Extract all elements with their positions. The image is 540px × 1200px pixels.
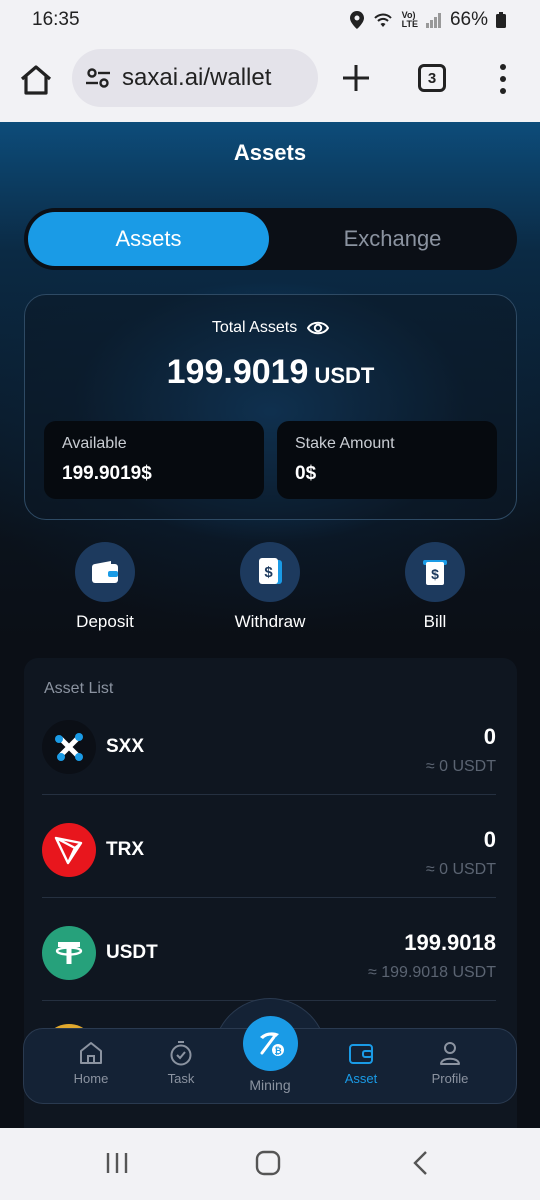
trx-logo-icon	[42, 823, 96, 877]
tether-logo-icon	[42, 926, 96, 980]
battery-icon	[496, 12, 506, 28]
app-screen: Assets Assets Exchange Total Assets 199.…	[0, 122, 540, 1128]
sxx-logo-icon	[42, 720, 96, 774]
total-assets-card: Total Assets 199.9019 USDT Available 199.…	[24, 294, 517, 520]
withdraw-label: Withdraw	[234, 612, 306, 631]
withdraw-button[interactable]: $ Withdraw	[210, 542, 330, 632]
pickaxe-icon: ₿	[259, 1031, 284, 1056]
wallet-icon	[92, 561, 118, 583]
site-settings-icon[interactable]	[84, 64, 112, 92]
coin-name: USDT	[106, 942, 158, 963]
page-title: Assets	[233, 140, 307, 165]
back-icon[interactable]	[408, 1150, 434, 1176]
deposit-label: Deposit	[76, 612, 134, 631]
available-value: 199.9019$	[62, 463, 152, 484]
status-time: 16:35	[32, 9, 80, 30]
list-item[interactable]: TRX 0 ≈ 0 USDT	[42, 795, 496, 898]
volte-icon: Vo) LTE	[401, 10, 418, 29]
eye-icon[interactable]	[307, 320, 330, 336]
deposit-button[interactable]: Deposit	[45, 542, 165, 632]
total-assets-label: Total Assets	[211, 319, 298, 336]
stake-card: Stake Amount 0$	[277, 421, 497, 499]
browser-toolbar: saxai.ai/wallet 3	[0, 40, 540, 122]
nav-profile[interactable]: Profile	[405, 1039, 495, 1086]
new-tab-icon[interactable]	[340, 62, 372, 94]
dollar-doc-icon: $	[259, 558, 282, 584]
nav-mining-label: Mining	[249, 1077, 291, 1093]
tab-count: 3	[427, 69, 437, 87]
wallet-icon	[349, 1044, 373, 1064]
browser-menu-button[interactable]	[496, 64, 510, 94]
location-icon	[349, 11, 364, 29]
url-text: saxai.ai/wallet	[122, 64, 272, 91]
tab-exchange[interactable]: Exchange	[272, 212, 513, 266]
signal-icon	[425, 13, 441, 28]
bill-button[interactable]: $ Bill	[375, 542, 495, 632]
total-unit: USDT	[314, 363, 375, 388]
quick-actions: Deposit $ Withdraw $ Bill	[0, 542, 540, 642]
mining-button[interactable]: ₿	[243, 1016, 298, 1071]
stake-label: Stake Amount	[295, 435, 395, 452]
tab-assets[interactable]: Assets	[28, 212, 269, 266]
recents-icon[interactable]	[104, 1150, 130, 1176]
status-bar: 16:35 Vo) LTE 66%	[0, 0, 540, 40]
address-bar[interactable]: saxai.ai/wallet	[72, 49, 318, 107]
wifi-icon	[373, 13, 392, 27]
svg-text:$: $	[431, 566, 439, 582]
total-amount: 199.9019	[166, 353, 309, 391]
nav-home[interactable]: Home	[46, 1039, 136, 1086]
total-assets-header: Total Assets	[25, 319, 516, 337]
system-nav-bar	[0, 1128, 540, 1200]
coin-name: TRX	[106, 839, 144, 860]
coin-amount: 0	[483, 827, 496, 852]
coin-usdt-value: ≈ 0 USDT	[425, 758, 496, 775]
nav-asset-label: Asset	[344, 1071, 378, 1086]
coin-name: SXX	[106, 736, 145, 757]
available-card: Available 199.9019$	[44, 421, 264, 499]
tab-switcher-button[interactable]: 3	[418, 64, 446, 92]
list-item[interactable]: USDT 199.9018 ≈ 199.9018 USDT	[42, 898, 496, 1001]
nav-task-label: Task	[167, 1071, 195, 1086]
coin-usdt-value: ≈ 0 USDT	[425, 861, 496, 878]
segmented-control: Assets Exchange	[24, 208, 517, 270]
svg-text:₿: ₿	[274, 1046, 281, 1056]
nav-task[interactable]: Task	[136, 1039, 226, 1086]
coin-usdt-value: ≈ 199.9018 USDT	[368, 964, 496, 981]
coin-amount: 0	[483, 724, 496, 749]
nav-home-label: Home	[73, 1071, 109, 1086]
total-assets-value: 199.9019 USDT	[25, 353, 516, 392]
home-icon[interactable]	[18, 62, 54, 98]
profile-icon	[440, 1042, 460, 1065]
home-icon[interactable]	[255, 1150, 281, 1176]
svg-text:$: $	[264, 564, 273, 581]
stake-value: 0$	[295, 463, 317, 484]
list-item[interactable]: SXX 0 ≈ 0 USDT	[42, 692, 496, 795]
bill-label: Bill	[423, 612, 447, 631]
status-icons: Vo) LTE 66%	[349, 9, 506, 31]
available-label: Available	[62, 435, 127, 452]
nav-asset[interactable]: Asset	[316, 1039, 406, 1086]
bill-icon: $	[423, 560, 447, 585]
coin-amount: 199.9018	[404, 930, 496, 955]
nav-profile-label: Profile	[431, 1071, 469, 1086]
battery-percent: 66%	[449, 9, 488, 30]
home-icon	[80, 1042, 102, 1064]
stopwatch-icon	[170, 1041, 192, 1066]
